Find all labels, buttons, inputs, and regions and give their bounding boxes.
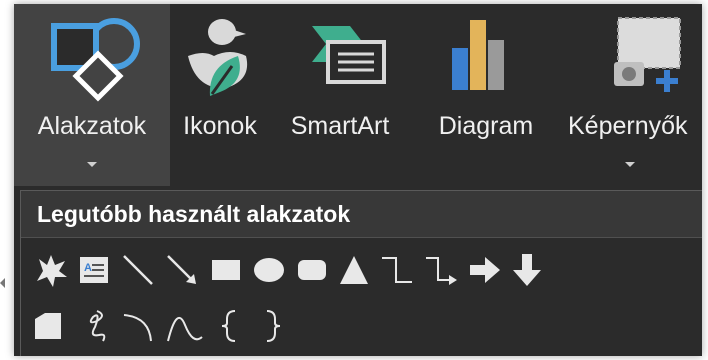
left-brace-icon[interactable]	[215, 307, 245, 345]
shapes-icon	[51, 18, 140, 102]
icons-label: Ikonok	[183, 112, 257, 140]
shapes-dropdown-panel: Legutóbb használt alakzatok A	[20, 190, 702, 356]
line-icon[interactable]	[121, 253, 155, 287]
scribble-icon[interactable]	[77, 307, 111, 345]
elbow-arrow-connector-icon[interactable]	[423, 253, 459, 287]
screenshot-icon	[614, 17, 681, 92]
svg-text:A: A	[84, 262, 92, 274]
icons-duck-leaf-icon	[188, 19, 248, 96]
explosion-icon[interactable]	[31, 251, 71, 291]
shapes-label: Alakzatok	[37, 112, 147, 140]
ribbon-illustrations-group: Alakzatok Ikonok SmartArt Diagram Képern…	[14, 4, 702, 188]
oval-icon[interactable]	[251, 253, 287, 287]
down-arrow-icon[interactable]	[509, 251, 545, 289]
curve-icon[interactable]	[165, 309, 205, 343]
chart-label: Diagram	[438, 112, 534, 140]
screenshot-button[interactable]: Képernyők	[558, 4, 702, 186]
shapes-button[interactable]: Alakzatok	[14, 4, 170, 186]
arc-icon[interactable]	[121, 309, 155, 343]
icons-button[interactable]: Ikonok	[174, 4, 266, 186]
smartart-label: SmartArt	[290, 112, 390, 140]
right-arrow-icon[interactable]	[467, 253, 503, 287]
bar-chart-icon	[452, 20, 504, 90]
left-edge-indicator	[0, 278, 5, 288]
rectangle-icon[interactable]	[209, 253, 243, 287]
snip-corner-rectangle-icon[interactable]	[31, 309, 67, 343]
smartart-button[interactable]: SmartArt	[266, 4, 414, 186]
arrow-line-icon[interactable]	[165, 253, 199, 287]
panel-header: Legutóbb használt alakzatok	[21, 191, 702, 238]
right-brace-icon[interactable]	[257, 307, 287, 345]
smartart-icon	[312, 26, 386, 84]
chevron-down-icon[interactable]	[625, 162, 635, 167]
elbow-connector-icon[interactable]	[379, 253, 415, 287]
powerpoint-insert-window: Alakzatok Ikonok SmartArt Diagram Képern…	[14, 4, 702, 356]
panel-title: Legutóbb használt alakzatok	[37, 201, 351, 227]
rounded-rectangle-icon[interactable]	[295, 253, 329, 287]
chevron-down-icon[interactable]	[87, 162, 97, 167]
triangle-icon[interactable]	[337, 253, 371, 287]
chart-button[interactable]: Diagram	[414, 4, 558, 186]
text-box-icon[interactable]: A	[77, 253, 111, 287]
screenshot-label: Képernyők	[568, 112, 688, 140]
